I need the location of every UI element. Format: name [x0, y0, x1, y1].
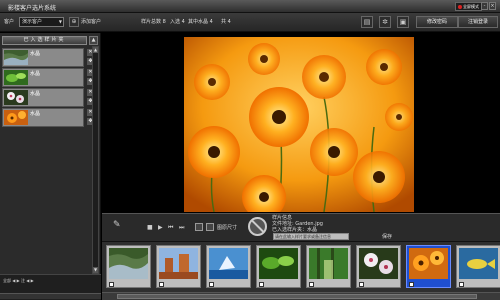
- stat-album: 其中水晶 4: [188, 19, 213, 25]
- panel-pin-icon[interactable]: ▲: [89, 36, 98, 45]
- filmstrip-scroll-thumb[interactable]: [117, 294, 477, 299]
- add-customer-icon[interactable]: ⊕: [69, 17, 79, 27]
- selected-album-panel: 已入选样片夹 ▲ 水晶 ✕ ✥ 水晶 ✕ ✥ 水晶 ✕ ✥ 水晶 ✕ ✥ ▲ ▼: [0, 33, 101, 274]
- filmstrip-scrollbar[interactable]: [102, 292, 500, 300]
- pink-flowers-thumb: [359, 248, 398, 279]
- selected-album-header: 已入选样片夹: [2, 36, 87, 45]
- filmstrip-item[interactable]: [306, 245, 351, 288]
- album-item-name: 水晶: [30, 51, 41, 57]
- album-thumb-orange-flowers: [4, 110, 28, 125]
- stop-icon[interactable]: ■: [147, 224, 153, 231]
- customer-label: 客户: [4, 19, 15, 25]
- panel-scrollbar[interactable]: ▲ ▼: [92, 46, 99, 274]
- logout-button[interactable]: 注销登录: [458, 16, 498, 28]
- select-checkbox[interactable]: [109, 282, 114, 287]
- minimize-button[interactable]: -: [481, 2, 488, 10]
- album-thumb-leaves: [4, 70, 28, 85]
- river-thumb: [109, 248, 148, 279]
- select-checkbox[interactable]: [409, 282, 414, 287]
- filmstrip-item[interactable]: [456, 245, 500, 288]
- filmstrip-item[interactable]: [106, 245, 151, 288]
- album-thumb-river: [4, 50, 28, 65]
- select-checkbox[interactable]: [309, 282, 314, 287]
- eraser-icon[interactable]: ✎: [113, 220, 121, 230]
- close-button[interactable]: ×: [489, 2, 496, 10]
- filmstrip-item[interactable]: [256, 245, 301, 288]
- photo-info: 样片信息 文件地址: Garden.jpg 已入选样片夹：水晶: [272, 215, 323, 233]
- photo-viewer: [102, 33, 500, 213]
- viewer-controls: ✎ ■ ▶ ⏮ ⏭ 图原尺寸 样片信息 文件地址: Garden.jpg 已入选…: [102, 213, 500, 242]
- change-password-button[interactable]: 修改密码: [416, 16, 458, 28]
- select-checkbox[interactable]: [159, 282, 164, 287]
- select-checkbox[interactable]: [359, 282, 364, 287]
- scroll-down-icon[interactable]: ▼: [93, 267, 98, 273]
- fish-thumb: [459, 248, 498, 279]
- filmstrip-item[interactable]: [356, 245, 401, 288]
- fullscreen-mode-button[interactable]: 全屏模式: [455, 2, 482, 11]
- record-icon: [458, 5, 462, 9]
- filmstrip-item-selected[interactable]: [406, 245, 451, 288]
- select-checkbox[interactable]: [459, 282, 464, 287]
- panel-footer-tabs[interactable]: 全部 ◀ ▶ 注 ◀ ▶: [3, 278, 34, 284]
- window-controls: - ×: [480, 2, 496, 10]
- canyon-thumb: [159, 248, 198, 279]
- album-thumb-pink-flowers: [4, 90, 28, 105]
- album-item[interactable]: 水晶 ✕ ✥: [2, 108, 94, 127]
- album-item-name: 水晶: [30, 111, 41, 117]
- album-item[interactable]: 水晶 ✕ ✥: [2, 68, 94, 87]
- title-bar: 影楼客户选片系统 全屏模式 - ×: [0, 0, 500, 13]
- iceberg-thumb: [209, 248, 248, 279]
- main-photo[interactable]: [184, 37, 414, 212]
- original-size-toggle[interactable]: 图原尺寸: [217, 224, 237, 231]
- select-checkbox[interactable]: [259, 282, 264, 287]
- filmstrip-item[interactable]: [156, 245, 201, 288]
- album-item[interactable]: 水晶 ✕ ✥: [2, 48, 94, 67]
- stat-count: 共 4: [221, 19, 231, 25]
- stat-total: 样片总数 8: [141, 19, 166, 25]
- stat-selected: 入选 4: [170, 19, 185, 25]
- album-item-name: 水晶: [30, 71, 41, 77]
- add-customer-link[interactable]: 添加客户: [81, 18, 101, 25]
- scroll-up-icon[interactable]: ▲: [93, 47, 98, 53]
- forward-icon[interactable]: ⏭: [179, 224, 184, 232]
- comment-input[interactable]: 请在此输入样片要求或备注信息: [273, 233, 349, 240]
- filmstrip-item[interactable]: [206, 245, 251, 288]
- select-checkbox[interactable]: [209, 282, 214, 287]
- panel-footer: 全部 ◀ ▶ 注 ◀ ▶: [0, 274, 101, 300]
- play-icon[interactable]: ▶: [158, 224, 163, 231]
- save-comment-button[interactable]: 保存: [382, 233, 392, 240]
- fullscreen-mode-label: 全屏模式: [463, 4, 479, 9]
- exclude-icon[interactable]: [248, 217, 267, 236]
- filmstrip: [102, 242, 500, 292]
- chevron-down-icon: ▼: [58, 19, 62, 24]
- app-title: 影楼客户选片系统: [8, 5, 57, 12]
- zoom-in-icon[interactable]: [206, 223, 214, 231]
- album-item[interactable]: 水晶 ✕ ✥: [2, 88, 94, 107]
- orange-flowers-thumb: [409, 248, 448, 279]
- save-icon[interactable]: ▣: [397, 16, 409, 28]
- customer-select[interactable]: 演示客户 ▼: [19, 17, 64, 27]
- slideshow-icon[interactable]: ▤: [361, 16, 373, 28]
- toolbar: 客户 演示客户 ▼ ⊕ 添加客户 样片总数 8 入选 4 其中水晶 4 共 4 …: [0, 13, 500, 32]
- green-leaves-thumb: [259, 248, 298, 279]
- rewind-icon[interactable]: ⏮: [168, 224, 173, 232]
- panel-horizontal-scrollbar[interactable]: [0, 293, 101, 299]
- album-item-name: 水晶: [30, 91, 41, 97]
- forest-thumb: [309, 248, 348, 279]
- customer-select-value: 演示客户: [22, 19, 43, 25]
- settings-icon[interactable]: ✲: [379, 16, 391, 28]
- zoom-out-icon[interactable]: [195, 223, 203, 231]
